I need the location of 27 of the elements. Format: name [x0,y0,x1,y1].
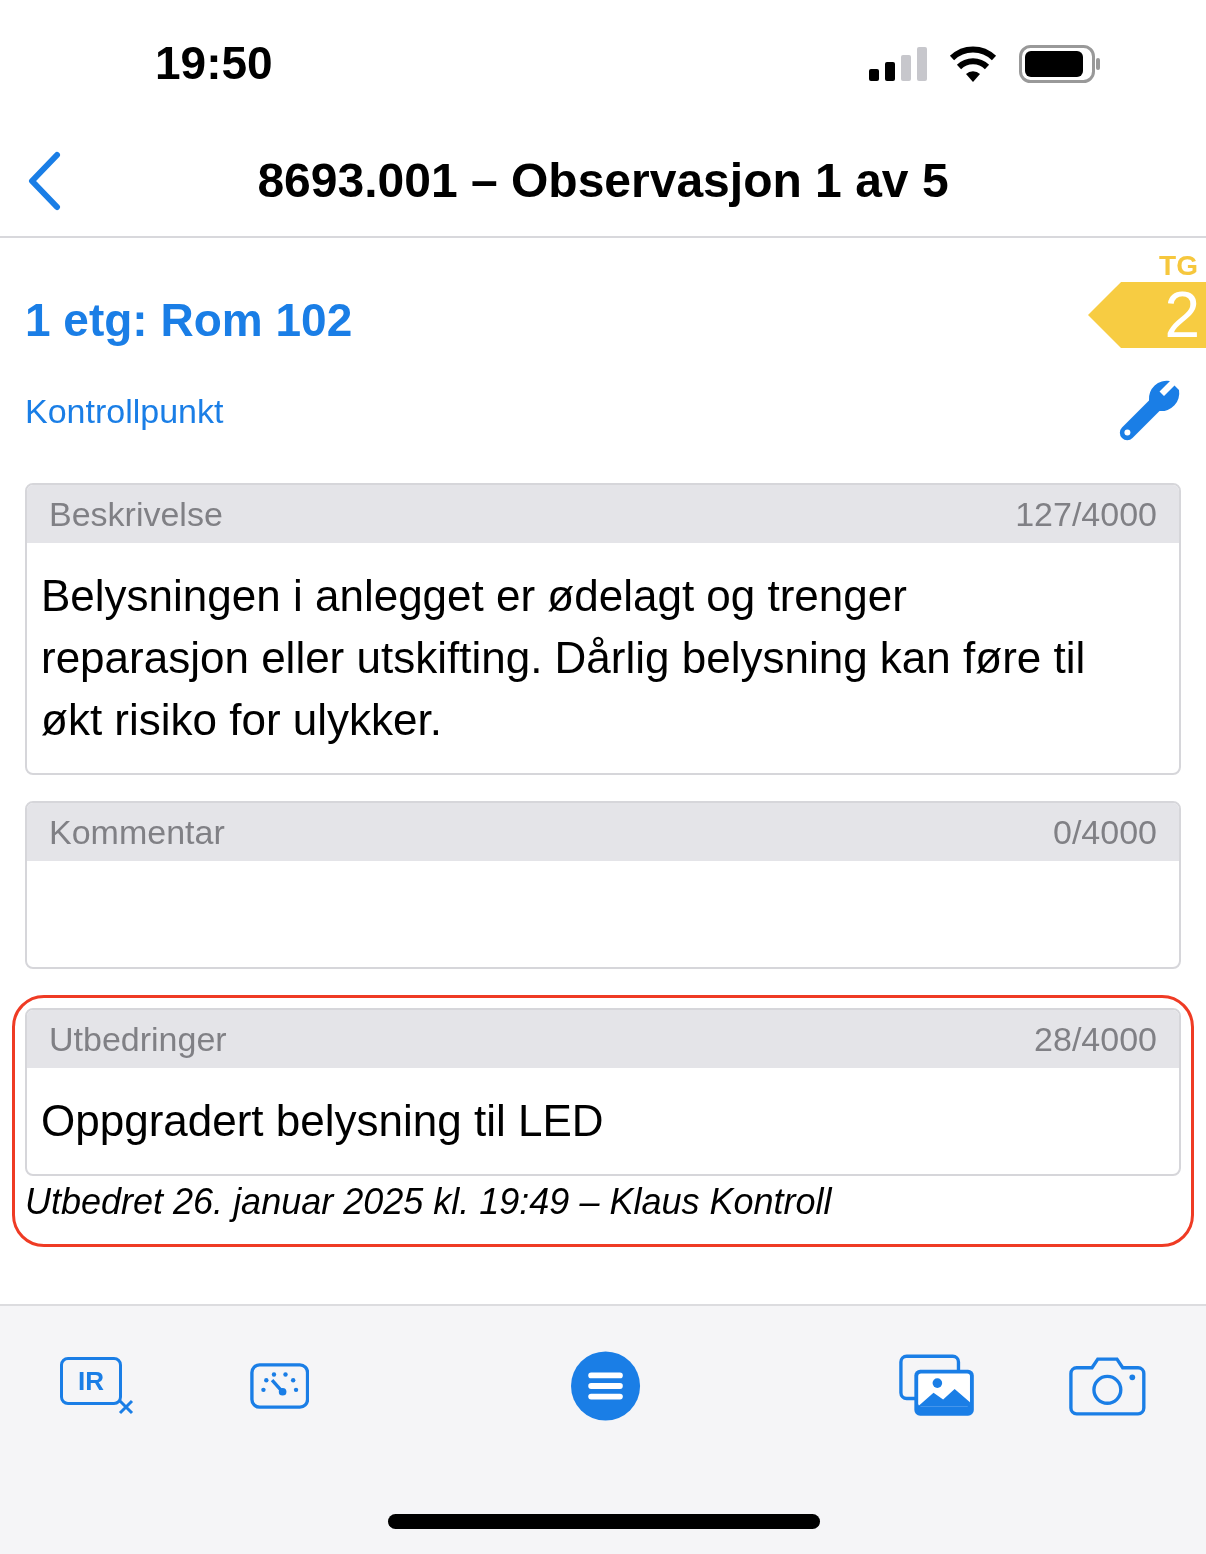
field-label: Kommentar [49,811,225,853]
control-point-link[interactable]: Kontrollpunkt [25,385,224,437]
gallery-icon[interactable] [898,1353,976,1419]
clock: 19:50 [155,36,273,91]
text-area[interactable]: Beskrivelse 127/4000 Belysningen i anlegget er ødelagt og trenger reparasjon eller utskifting. Dårlig belysning kan føre til økt risiko for ulykker. [25,483,1181,775]
character-count: 127/4000 [1015,493,1157,535]
text-area[interactable]: Utbedringer 28/4000 Oppgradert belysning til LED [25,1008,1181,1176]
field-text: Oppgradert belysning til LED [41,1095,605,1147]
wifi-icon [949,45,997,82]
field-label: Utbedringer [49,1018,227,1060]
grade-badge: 2 [1088,282,1206,348]
signal-icon [869,46,927,81]
grade-label: TG [1159,250,1198,282]
repair-note: Utbedret 26. januar 2025 kl. 19:49 – Klaus Kontroll [25,1180,834,1224]
close-icon [118,1399,134,1415]
nav-title: 8693.001 – Observasjon 1 av 5 [257,152,949,209]
character-count: 28/4000 [1034,1018,1157,1060]
back-icon[interactable] [26,150,62,211]
field-label: Beskrivelse [49,493,223,535]
camera-icon[interactable] [1069,1355,1146,1417]
menu-icon[interactable] [571,1350,641,1422]
battery-icon [1019,44,1101,83]
character-count: 0/4000 [1053,811,1157,853]
field-text: Belysningen i anlegget er ødelagt og trenger reparasjon eller utskifting. Dårlig belysning kan føre til økt risiko for ulykker. [41,570,1087,746]
gauge-icon[interactable] [250,1362,310,1410]
location-heading: 1 etg: Rom 102 [25,293,353,348]
text-area[interactable]: Kommentar 0/4000 [25,801,1181,969]
